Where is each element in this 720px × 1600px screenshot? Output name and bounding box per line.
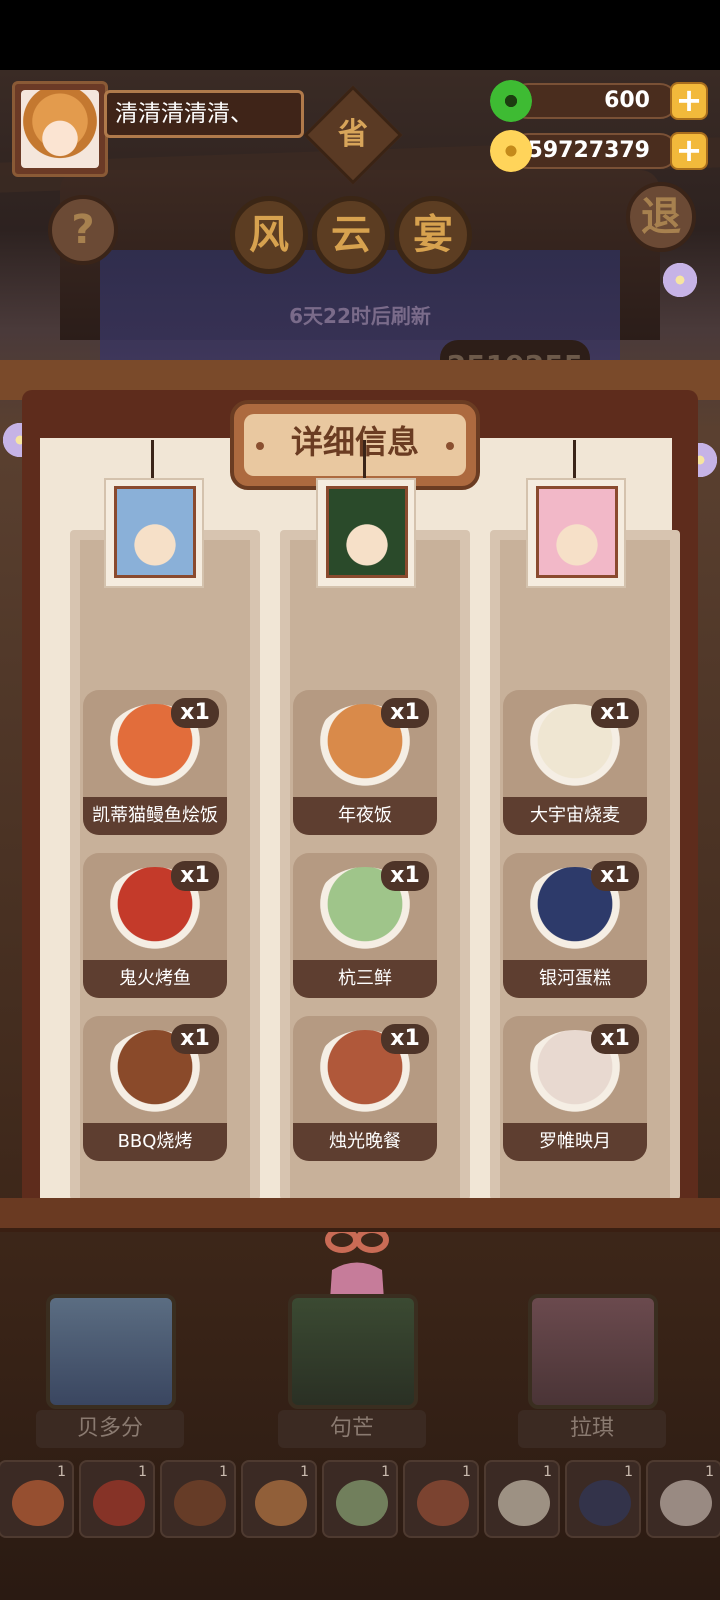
chef-portrait-3[interactable] (526, 478, 626, 588)
province-label: 省 (338, 117, 368, 152)
dish-name: 凯蒂猫鳗鱼烩饭 (83, 797, 227, 835)
slot-dish-image (174, 1480, 226, 1526)
inventory-slot[interactable]: 1 (79, 1460, 155, 1538)
dish-count: x1 (381, 698, 429, 728)
dish-count: x1 (171, 698, 219, 728)
dish-count: x1 (171, 1024, 219, 1054)
dish-name: 大宇宙烧麦 (503, 797, 647, 835)
coin-icon (490, 130, 532, 172)
dish-count: x1 (591, 1024, 639, 1054)
details-title: 详细信息 (244, 414, 466, 476)
hanging-string (573, 440, 576, 480)
hanging-string (151, 440, 154, 480)
jade-icon (490, 80, 532, 122)
chef-name-3: 拉琪 (518, 1410, 666, 1448)
dish-card[interactable]: x1 银河蛋糕 (503, 853, 647, 998)
chef-portrait-image (326, 486, 408, 578)
jade-amount: 600 (510, 83, 678, 119)
chef-slot-1[interactable] (46, 1294, 176, 1409)
slot-dish-image (336, 1480, 388, 1526)
chef-slot-2[interactable] (288, 1294, 418, 1409)
dish-count: x1 (381, 1024, 429, 1054)
inventory-slot[interactable]: 1 (160, 1460, 236, 1538)
inventory-slot[interactable]: 1 (0, 1460, 74, 1538)
jade-currency: 600 + (490, 80, 710, 122)
board-bottom-beam (0, 1198, 720, 1232)
dish-name: 银河蛋糕 (503, 960, 647, 998)
slot-count: 1 (219, 1464, 228, 1480)
dish-count: x1 (171, 861, 219, 891)
slot-dish-image (498, 1480, 550, 1526)
add-coin-button[interactable]: + (670, 132, 708, 170)
chef-slot-3[interactable] (528, 1294, 658, 1409)
dish-card[interactable]: x1 罗帷映月 (503, 1016, 647, 1161)
inventory-slot[interactable]: 1 (241, 1460, 317, 1538)
inventory-slot[interactable]: 1 (403, 1460, 479, 1538)
add-jade-button[interactable]: + (670, 82, 708, 120)
inventory-slot[interactable]: 1 (646, 1460, 720, 1538)
dish-card[interactable]: x1 BBQ烧烤 (83, 1016, 227, 1161)
chef-portrait-2[interactable] (316, 478, 416, 588)
slot-dish-image (417, 1480, 469, 1526)
dish-card[interactable]: x1 年夜饭 (293, 690, 437, 835)
dish-name: 年夜饭 (293, 797, 437, 835)
details-header: 详细信息 (230, 400, 480, 490)
header-dot (446, 442, 454, 450)
slot-dish-image (12, 1480, 64, 1526)
exit-button[interactable]: 退 (626, 182, 696, 252)
inventory-slot[interactable]: 1 (484, 1460, 560, 1538)
flower-decoration (660, 260, 700, 300)
dish-name: 烛光晚餐 (293, 1123, 437, 1161)
slot-count: 1 (57, 1464, 66, 1480)
avatar-image (21, 90, 99, 168)
dish-card[interactable]: x1 鬼火烤鱼 (83, 853, 227, 998)
dish-count: x1 (591, 698, 639, 728)
inventory-slot[interactable]: 1 (565, 1460, 641, 1538)
title-char-3: 宴 (394, 196, 472, 274)
chef-name-1: 贝多分 (36, 1410, 184, 1448)
chef-portrait-image (536, 486, 618, 578)
title-char-1: 风 (230, 196, 308, 274)
dish-card[interactable]: x1 杭三鲜 (293, 853, 437, 998)
title-char-2: 云 (312, 196, 390, 274)
chef-portrait-1[interactable] (104, 478, 204, 588)
slot-count: 1 (543, 1464, 552, 1480)
refresh-timer: 6天22时后刷新 (289, 304, 431, 328)
slot-count: 1 (381, 1464, 390, 1480)
coin-currency: 59727379 + (490, 130, 710, 172)
player-name: 清清清清清、 (104, 90, 304, 138)
header-dot (256, 442, 264, 450)
dish-name: 罗帷映月 (503, 1123, 647, 1161)
coin-amount: 59727379 (510, 133, 678, 169)
chef-portrait-image (114, 486, 196, 578)
slot-dish-image (255, 1480, 307, 1526)
inventory-slot[interactable]: 1 (322, 1460, 398, 1538)
help-button[interactable]: ? (48, 195, 118, 265)
hanging-string (363, 440, 366, 480)
dish-name: 杭三鲜 (293, 960, 437, 998)
slot-count: 1 (624, 1464, 633, 1480)
dish-name: 鬼火烤鱼 (83, 960, 227, 998)
slot-dish-image (660, 1480, 712, 1526)
chef-name-2: 句芒 (278, 1410, 426, 1448)
dish-count: x1 (591, 861, 639, 891)
slot-count: 1 (300, 1464, 309, 1480)
slot-dish-image (93, 1480, 145, 1526)
dish-name: BBQ烧烤 (83, 1123, 227, 1161)
player-avatar[interactable] (12, 81, 108, 177)
dish-card[interactable]: x1 凯蒂猫鳗鱼烩饭 (83, 690, 227, 835)
slot-dish-image (579, 1480, 631, 1526)
dish-count: x1 (381, 861, 429, 891)
slot-count: 1 (462, 1464, 471, 1480)
slot-count: 1 (138, 1464, 147, 1480)
dish-card[interactable]: x1 烛光晚餐 (293, 1016, 437, 1161)
slot-count: 1 (705, 1464, 714, 1480)
dish-card[interactable]: x1 大宇宙烧麦 (503, 690, 647, 835)
